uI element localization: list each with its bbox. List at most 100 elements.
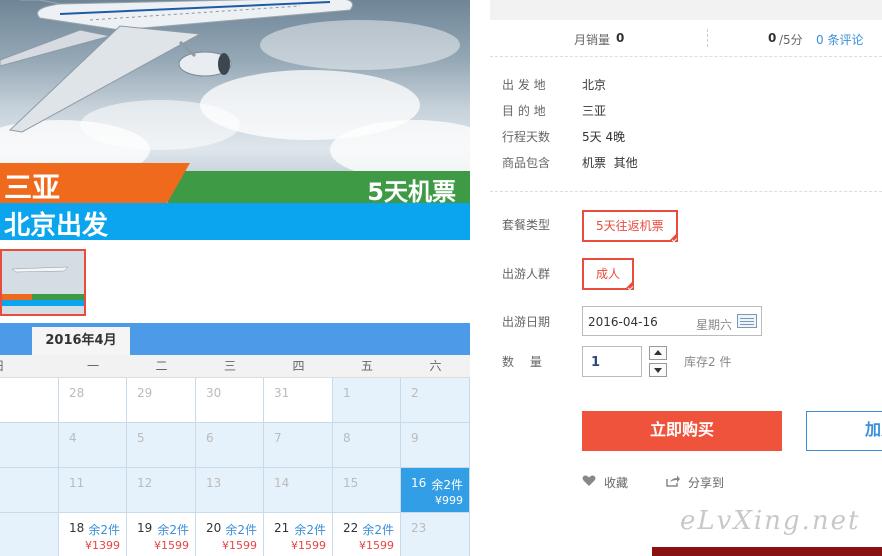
calendar-weekday: 日 xyxy=(0,355,59,378)
package-option-selected[interactable]: 5天往返机票 xyxy=(582,210,678,242)
calendar-month-tab[interactable]: 2016年4月 xyxy=(32,327,130,355)
calendar-day-price: ¥1599 xyxy=(222,539,257,552)
calendar-day-number: 29 xyxy=(137,386,153,400)
calendar-day-number: 19 xyxy=(137,521,153,535)
calendar-day: 3 xyxy=(0,423,59,468)
info-value: 5天 4晚 xyxy=(582,130,626,144)
calendar-day-stock: 余2件 xyxy=(157,523,189,537)
calendar-day-number: 9 xyxy=(411,431,419,445)
info-label: 行程天数 xyxy=(502,130,551,144)
travel-date-label: 出游日期 xyxy=(502,315,551,329)
calendar-day-number: 6 xyxy=(206,431,214,445)
calendar-day: 13 xyxy=(196,468,264,513)
calendar-day[interactable]: 20 余2件 ¥1599 xyxy=(196,513,264,556)
calendar-day-selected[interactable]: 16 余2件 ¥999 xyxy=(401,468,470,513)
calendar-day-number: 15 xyxy=(343,476,359,490)
hero-destination: 三亚 xyxy=(4,171,61,204)
calendar-day[interactable]: 21 余2件 ¥1599 xyxy=(264,513,333,556)
share-icon xyxy=(666,475,680,487)
calendar-day: 14 xyxy=(264,468,333,513)
stock-text: 库存2 件 xyxy=(684,355,732,369)
calendar-day-number: 16 xyxy=(411,476,427,490)
travel-date-value: 2016-04-16 xyxy=(588,315,658,329)
travel-date-field[interactable]: 2016-04-16 星期六 xyxy=(582,306,762,336)
calendar-day: 12 xyxy=(127,468,196,513)
airplane-icon xyxy=(0,0,353,133)
calendar-day-stock: 余2件 xyxy=(294,523,326,537)
calendar-day: 8 xyxy=(333,423,401,468)
calendar-day-number: 31 xyxy=(274,386,290,400)
hero-departure: 北京出发 xyxy=(4,211,109,240)
calendar-day-number: 22 xyxy=(343,521,359,535)
calendar-day-number: 13 xyxy=(206,476,222,490)
calendar-day: 23 xyxy=(401,513,470,556)
hero-image: 三亚 5天机票 北京出发 xyxy=(0,0,470,240)
calendar-day-number: 21 xyxy=(274,521,290,535)
gallery-thumbnail[interactable] xyxy=(0,249,86,316)
calendar-day-price: ¥1599 xyxy=(291,539,326,552)
price-calendar: 2016年4月 日一二三四五六 272829303112345678910111… xyxy=(0,323,470,556)
quantity-label: 数 量 xyxy=(502,355,542,369)
rating-value: 0 xyxy=(768,31,777,45)
calendar-day: 28 xyxy=(59,378,127,423)
calendar-day: 11 xyxy=(59,468,127,513)
calendar-day-number: 18 xyxy=(69,521,85,535)
traveler-group-label: 出游人群 xyxy=(502,267,551,281)
calendar-day-price: ¥1599 xyxy=(359,539,394,552)
calendar-day[interactable]: 19 余2件 ¥1599 xyxy=(127,513,196,556)
calendar-day: 4 xyxy=(59,423,127,468)
calendar-day-number: 14 xyxy=(274,476,290,490)
calendar-day[interactable]: 18 余2件 ¥1399 xyxy=(59,513,127,556)
calendar-day: 31 xyxy=(264,378,333,423)
calendar-day[interactable]: 22 余2件 ¥1599 xyxy=(333,513,401,556)
quantity-input[interactable]: 1 xyxy=(582,346,642,377)
calendar-day-price: ¥1599 xyxy=(154,539,189,552)
calendar-day: 15 xyxy=(333,468,401,513)
calendar-day-number: 1 xyxy=(343,386,351,400)
calendar-day-price: ¥999 xyxy=(435,494,463,507)
calendar-day-stock: 余2件 xyxy=(362,523,394,537)
calendar-weekday: 四 xyxy=(292,359,305,373)
calendar-day-number: 20 xyxy=(206,521,222,535)
info-label: 目 的 地 xyxy=(502,104,546,118)
calendar-day-number: 5 xyxy=(137,431,145,445)
package-option-label: 5天往返机票 xyxy=(596,219,664,233)
calendar-day: 10 xyxy=(0,468,59,513)
info-value: 三亚 xyxy=(582,104,607,118)
site-watermark: eLvXing.net xyxy=(680,506,861,536)
airplane-icon xyxy=(11,266,69,273)
calendar-day: 2 xyxy=(401,378,470,423)
calendar-day: 5 xyxy=(127,423,196,468)
calendar-day-number: 11 xyxy=(69,476,85,490)
share-label: 分享到 xyxy=(688,476,725,490)
calendar-weekday: 六 xyxy=(429,359,442,373)
hero-product: 5天机票 xyxy=(367,178,456,206)
check-corner-icon xyxy=(667,232,678,242)
calendar-weekday: 三 xyxy=(223,359,236,373)
calendar-day-price: ¥1399 xyxy=(85,539,120,552)
traveler-group-option-label: 成人 xyxy=(596,267,621,281)
calendar-day-number: 7 xyxy=(274,431,282,445)
product-detail: 月销量 0 0 /5分 0 条评论 出 发 地 北京 目 的 地 三亚 行程天数… xyxy=(490,0,882,556)
info-label: 出 发 地 xyxy=(502,78,546,92)
calendar-day: 29 xyxy=(127,378,196,423)
reviews-link[interactable]: 0 条评论 xyxy=(816,31,863,48)
calendar-icon[interactable] xyxy=(737,314,757,328)
sales-value: 0 xyxy=(616,31,625,45)
calendar-day-stock: 余2件 xyxy=(431,478,463,492)
product-page: 三亚 5天机票 北京出发 2016年4月 日一二三四五六 27282930311… xyxy=(0,0,882,556)
calendar-day: 9 xyxy=(401,423,470,468)
calendar-day-stock: 余2件 xyxy=(88,523,120,537)
calendar-weekday: 一 xyxy=(86,359,99,373)
calendar-day-number: 4 xyxy=(69,431,77,445)
traveler-group-option-selected[interactable]: 成人 xyxy=(582,258,635,290)
add-to-cart-button[interactable]: 加入购物车 xyxy=(806,411,882,451)
calendar-day-number: 23 xyxy=(411,521,427,535)
quantity-increment-button[interactable] xyxy=(649,346,667,360)
package-type-label: 套餐类型 xyxy=(502,218,551,232)
favorite-label: 收藏 xyxy=(604,476,629,490)
buy-now-button[interactable]: 立即购买 xyxy=(582,411,782,451)
calendar-weekday-header: 日一二三四五六 xyxy=(0,355,470,378)
quantity-decrement-button[interactable] xyxy=(649,363,667,377)
product-stats: 月销量 0 0 /5分 0 条评论 xyxy=(490,20,882,57)
